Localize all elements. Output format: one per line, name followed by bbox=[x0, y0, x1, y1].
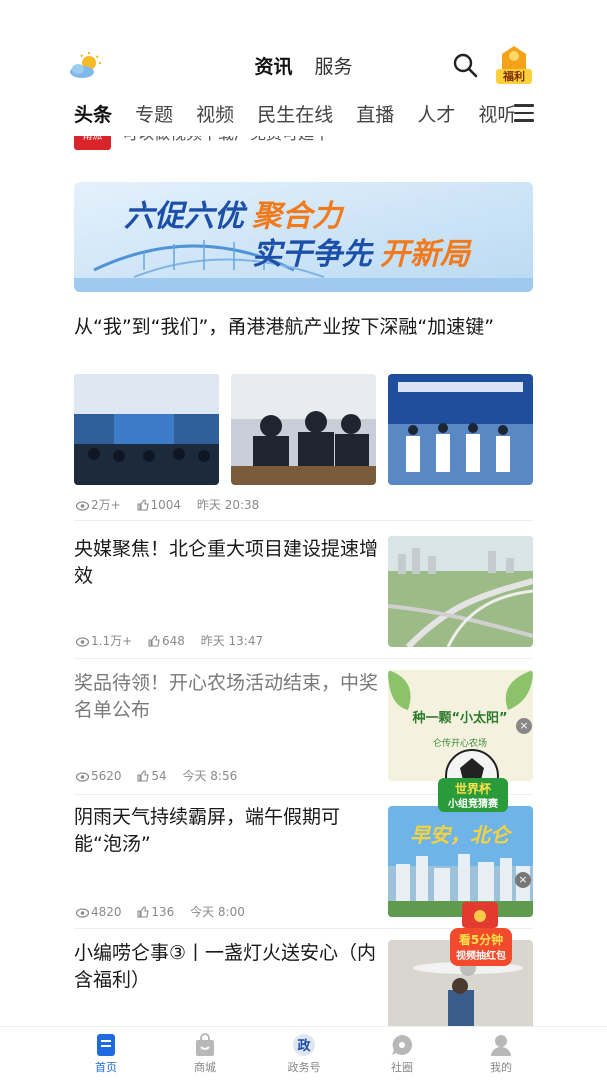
thumbs-up-icon bbox=[137, 770, 150, 782]
top-header: 资讯 服务 福利 bbox=[0, 40, 607, 92]
banner-line1b: 聚合力 bbox=[251, 199, 345, 234]
close-icon[interactable]: × bbox=[516, 718, 532, 734]
morning-text: 早安，北仑 bbox=[410, 823, 513, 847]
eye-icon bbox=[75, 908, 90, 918]
worldcup-float-ad[interactable]: 世界杯 小组竞猜赛 × bbox=[392, 666, 532, 816]
article-2-image[interactable] bbox=[388, 536, 533, 647]
menu-icon[interactable] bbox=[514, 104, 534, 122]
tab-services[interactable]: 服务 bbox=[315, 52, 353, 79]
channel-list: 头条 专题 视频 民生在线 直播 人才 视听 图 bbox=[74, 100, 514, 127]
chat-bubble-icon bbox=[392, 1035, 412, 1055]
nav-mall[interactable]: 商城 bbox=[175, 1033, 235, 1075]
eye-icon bbox=[75, 772, 90, 782]
promo-banner[interactable]: 六促六优 聚合力 实干争先 开新局 bbox=[74, 182, 533, 292]
gift-icon bbox=[502, 46, 526, 72]
article-4-meta: 4820 136 今天 8:00 bbox=[75, 903, 257, 920]
article-1-likes: 1004 bbox=[136, 498, 181, 512]
nav-community-label: 社圈 bbox=[391, 1061, 413, 1074]
article-1-time: 昨天 20:38 bbox=[196, 498, 260, 512]
search-icon[interactable] bbox=[452, 52, 478, 78]
ad1-line2: 小组竞猜赛 bbox=[447, 797, 499, 810]
article-1-title[interactable]: 从“我”到“我们”，甬港港航产业按下深融“加速键” bbox=[74, 314, 534, 341]
article-3-title[interactable]: 奖品待领！开心农场活动结束，中奖名单公布 bbox=[74, 670, 379, 724]
ad2-line1: 看5分钟 bbox=[459, 932, 503, 947]
banner-line2b: 开新局 bbox=[380, 237, 472, 272]
article-4-likes: 136 bbox=[137, 905, 174, 919]
article-4-title[interactable]: 阴雨天气持续霸屏，端午假期可能“泡汤” bbox=[74, 804, 379, 858]
nav-community[interactable]: 社圈 bbox=[372, 1033, 432, 1075]
ad2-line2: 视频抽红包 bbox=[456, 949, 506, 962]
user-icon bbox=[491, 1035, 511, 1056]
nav-mall-label: 商城 bbox=[194, 1061, 216, 1074]
gov-badge-icon: 政 bbox=[293, 1034, 315, 1056]
channel-livelihood[interactable]: 民生在线 bbox=[257, 100, 333, 127]
ad1-line1: 世界杯 bbox=[455, 781, 492, 796]
article-3-meta: 5620 54 今天 8:56 bbox=[75, 767, 249, 784]
welfare-label: 福利 bbox=[496, 69, 532, 84]
banner-line2a: 实干争先 bbox=[252, 237, 374, 272]
article-2-views: 1.1万+ bbox=[75, 632, 132, 649]
article-4-views: 4820 bbox=[75, 905, 122, 919]
nav-gov-label: 政务号 bbox=[287, 1061, 321, 1074]
thumbs-up-icon bbox=[137, 906, 150, 918]
video-redpacket-float-ad[interactable]: 看5分钟 视频抽红包 × bbox=[448, 872, 531, 970]
banner-line1a: 六促六优 bbox=[124, 199, 248, 234]
channel-bar: 头条 专题 视频 民生在线 直播 人才 视听 图 bbox=[0, 96, 607, 136]
channel-topics[interactable]: 专题 bbox=[135, 100, 173, 127]
nav-profile[interactable]: 我的 bbox=[471, 1033, 531, 1075]
article-1-image-1[interactable] bbox=[74, 374, 219, 485]
article-1-views: 2万+ bbox=[75, 496, 121, 513]
article-1-image-3[interactable] bbox=[388, 374, 533, 485]
thumbs-up-icon bbox=[148, 635, 160, 647]
thumbs-up-icon bbox=[136, 499, 149, 511]
article-2-time: 昨天 13:47 bbox=[200, 634, 264, 648]
eye-icon bbox=[75, 501, 90, 511]
article-2-likes: 648 bbox=[148, 634, 185, 648]
channel-talent[interactable]: 人才 bbox=[417, 100, 455, 127]
bottom-nav: 首页 商城 政 政务号 社圈 我的 bbox=[0, 1026, 607, 1080]
close-icon[interactable]: × bbox=[515, 872, 531, 888]
nav-profile-label: 我的 bbox=[490, 1061, 512, 1074]
channel-live[interactable]: 直播 bbox=[356, 100, 394, 127]
channel-video[interactable]: 视频 bbox=[196, 100, 234, 127]
tab-news[interactable]: 资讯 bbox=[254, 52, 292, 79]
article-5-title[interactable]: 小编唠仑事③丨一盏灯火送安心（内含福利） bbox=[74, 940, 379, 994]
article-4-time: 今天 8:00 bbox=[190, 905, 245, 919]
article-3-likes: 54 bbox=[137, 769, 167, 783]
divider bbox=[74, 520, 533, 521]
gov-badge-char: 政 bbox=[297, 1038, 311, 1054]
welfare-button[interactable]: 福利 bbox=[496, 44, 532, 84]
nav-home-label: 首页 bbox=[95, 1061, 117, 1074]
channel-headlines[interactable]: 头条 bbox=[74, 100, 112, 127]
article-2-meta: 1.1万+ 648 昨天 13:47 bbox=[75, 632, 275, 649]
article-2-title[interactable]: 央媒聚焦！北仑重大项目建设提速增效 bbox=[74, 536, 379, 590]
home-doc-icon bbox=[97, 1034, 115, 1056]
eye-icon bbox=[75, 637, 90, 647]
banner-image: 六促六优 聚合力 实干争先 开新局 bbox=[74, 182, 533, 292]
article-3-views: 5620 bbox=[75, 769, 122, 783]
nav-home[interactable]: 首页 bbox=[76, 1033, 136, 1075]
divider bbox=[74, 658, 533, 659]
nav-gov[interactable]: 政 政务号 bbox=[274, 1033, 334, 1075]
shopping-bag-icon bbox=[196, 1033, 214, 1056]
channel-audiovisual[interactable]: 视听 bbox=[478, 100, 514, 127]
article-1-image-2[interactable] bbox=[231, 374, 376, 485]
article-3-time: 今天 8:56 bbox=[182, 769, 238, 783]
article-1-meta: 2万+ 1004 昨天 20:38 bbox=[75, 496, 271, 513]
